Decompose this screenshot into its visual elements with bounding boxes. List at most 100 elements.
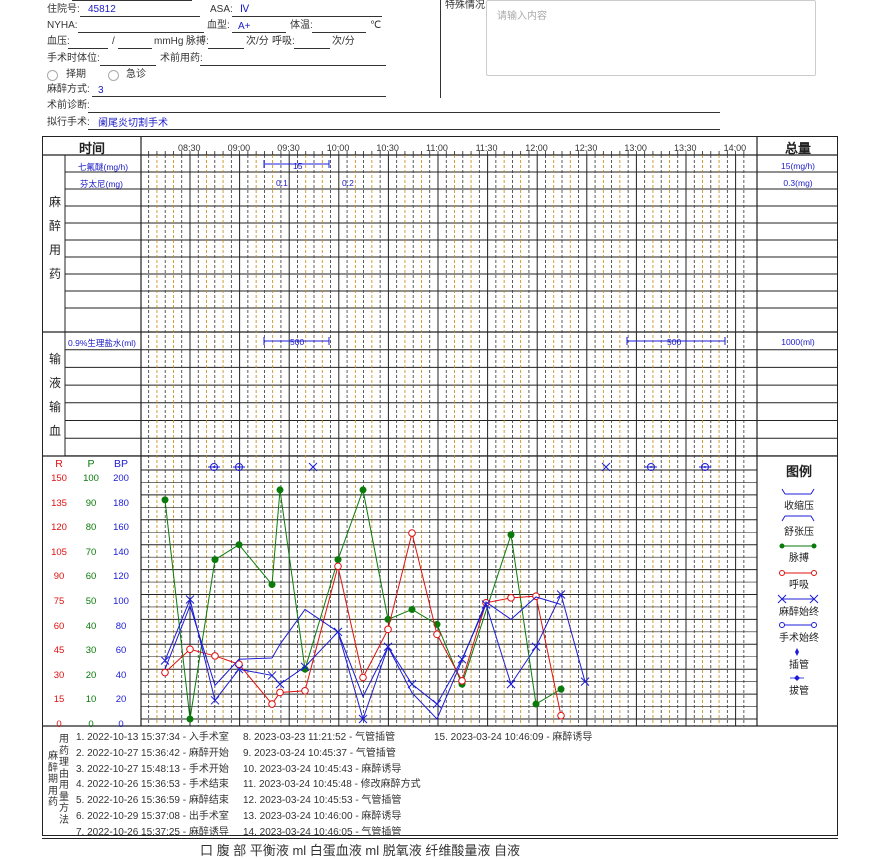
p-header: P bbox=[87, 458, 95, 470]
anesthesia-section-label-1: 麻 bbox=[48, 195, 61, 209]
r-axis-label: 75 bbox=[53, 596, 65, 607]
bp-axis-label: 140 bbox=[113, 546, 129, 558]
legend-intubation-symbol bbox=[795, 648, 799, 656]
time-tick-label: 08:30 bbox=[178, 143, 201, 153]
event-item: 8. 2023-03-23 11:21:52 - 气管插管 bbox=[243, 732, 396, 743]
r-axis-label: 0 bbox=[56, 719, 62, 730]
systolic-line bbox=[164, 596, 562, 720]
resp-point bbox=[301, 686, 309, 695]
event-item: 1. 2022-10-13 15:37:34 - 入手术室 bbox=[76, 732, 229, 743]
time-tick-label: 12:00 bbox=[525, 143, 548, 153]
bp-axis-label: 160 bbox=[113, 522, 129, 534]
legend-surgery-dot bbox=[811, 622, 817, 628]
pulse-point bbox=[359, 486, 367, 494]
drug-fentanyl-dose-2: 0.2 bbox=[342, 178, 354, 188]
legend-diastolic: 舒张压 bbox=[784, 527, 814, 538]
resp-point bbox=[384, 625, 392, 634]
legend-title: 图例 bbox=[785, 464, 812, 479]
legend-resp: 呼吸 bbox=[789, 580, 809, 591]
drug-sevoflurane-dose: 15 bbox=[293, 161, 303, 171]
time-tick-label: 11:00 bbox=[426, 143, 448, 153]
r-header: R bbox=[55, 458, 63, 470]
pulse-point bbox=[334, 556, 342, 564]
time-tick-label: 13:30 bbox=[674, 143, 697, 153]
bp-point bbox=[275, 679, 285, 689]
p-axis-label: 20 bbox=[85, 669, 97, 681]
legend-extubation: 拔管 bbox=[789, 686, 809, 697]
bp-axis-label: 200 bbox=[113, 473, 129, 484]
p-axis-label: 100 bbox=[83, 473, 99, 484]
r-axis-label: 15 bbox=[53, 694, 65, 706]
bp-axis-label: 80 bbox=[115, 620, 127, 632]
resp-point bbox=[268, 700, 276, 708]
bp-point bbox=[407, 679, 417, 689]
r-axis-label: 150 bbox=[51, 473, 67, 484]
bp-point bbox=[267, 671, 277, 680]
r-axis-label: 135 bbox=[51, 497, 67, 509]
time-tick-label: 09:00 bbox=[227, 143, 251, 153]
events-sidebar-char: 理 bbox=[59, 757, 69, 768]
infusion-section-label-4: 血 bbox=[48, 424, 61, 438]
event-item: 13. 2023-03-24 10:46:00 - 麻醉诱导 bbox=[243, 811, 402, 822]
events-sidebar-char: 用 bbox=[48, 785, 58, 797]
resp-point bbox=[211, 652, 219, 660]
pulse-point bbox=[186, 715, 194, 723]
bp-axis-label: 180 bbox=[113, 497, 129, 509]
event-item: 4. 2022-10-26 15:36:53 - 手术结束 bbox=[76, 779, 229, 791]
drug-fentanyl-dose-1: 0.1 bbox=[276, 178, 288, 188]
fluid-saline-dose-1: 500 bbox=[290, 337, 305, 347]
r-axis-label: 45 bbox=[53, 645, 65, 657]
anesthesia-grid bbox=[42, 136, 838, 727]
pulse-point bbox=[235, 541, 243, 549]
events-sidebar-char: 药 bbox=[48, 797, 58, 808]
time-tick-label: 10:30 bbox=[376, 143, 399, 153]
events-sidebar-char: 药 bbox=[59, 745, 69, 757]
total-header: 总量 bbox=[784, 141, 811, 156]
p-axis-label: 10 bbox=[85, 694, 97, 706]
events-sidebar-char: 期 bbox=[48, 774, 58, 785]
legend-pulse-dot bbox=[811, 543, 817, 549]
time-tick-label: 13:00 bbox=[624, 143, 647, 153]
drug-sevoflurane-name: 七氟醚(mg/h) bbox=[78, 162, 129, 172]
infusion-section-label-1: 输 bbox=[48, 352, 61, 366]
p-axis-label: 60 bbox=[85, 571, 97, 583]
legend-resp-dot bbox=[779, 570, 785, 576]
infusion-section-label-3: 输 bbox=[48, 400, 61, 414]
legend-resp-dot bbox=[811, 570, 817, 576]
event-item: 15. 2023-03-24 10:46:09 - 麻醉诱导 bbox=[434, 732, 593, 743]
p-axis-label: 50 bbox=[85, 596, 97, 607]
bottom-cut-line bbox=[42, 838, 838, 839]
bp-axis-label: 120 bbox=[113, 571, 129, 583]
bp-axis-label: 100 bbox=[113, 596, 129, 607]
pulse-point bbox=[507, 531, 515, 539]
drug-fentanyl-name: 芬太尼(mg) bbox=[80, 179, 123, 189]
bottom-cut-row: 口 腹 部 平衡液 ml 白蛋血液 ml 脱氧液 纤维酸量液 自液 bbox=[200, 843, 520, 858]
resp-point bbox=[276, 688, 284, 697]
resp-point bbox=[557, 711, 565, 720]
r-axis-label: 120 bbox=[51, 522, 67, 534]
resp-point bbox=[507, 594, 515, 602]
pulse-point bbox=[268, 581, 276, 589]
event-item: 6. 2022-10-29 15:37:08 - 出手术室 bbox=[76, 811, 229, 822]
resp-point bbox=[359, 673, 367, 682]
resp-point bbox=[458, 677, 466, 685]
p-axis-label: 80 bbox=[85, 522, 97, 534]
p-axis-label: 40 bbox=[85, 620, 97, 632]
bp-point bbox=[432, 699, 442, 709]
pulse-point bbox=[532, 700, 540, 708]
r-axis-label: 30 bbox=[53, 669, 65, 681]
pulse-point bbox=[211, 556, 219, 564]
time-tick-label: 09:30 bbox=[277, 143, 300, 153]
time-tick-label: 14:00 bbox=[723, 143, 747, 153]
event-item: 10. 2023-03-24 10:45:43 - 麻醉诱导 bbox=[243, 763, 402, 775]
legend-pulse: 脉搏 bbox=[789, 553, 809, 564]
pulse-line bbox=[164, 488, 562, 720]
resp-point bbox=[161, 668, 169, 677]
time-header: 时间 bbox=[78, 141, 105, 156]
bp-axis-label: 40 bbox=[115, 669, 127, 681]
pulse-point bbox=[161, 496, 169, 504]
events-sidebar-char: 用 bbox=[59, 780, 69, 791]
bp-header: BP bbox=[113, 458, 128, 470]
events-sidebar-char: 方 bbox=[59, 803, 69, 814]
p-axis-label: 30 bbox=[85, 645, 97, 657]
